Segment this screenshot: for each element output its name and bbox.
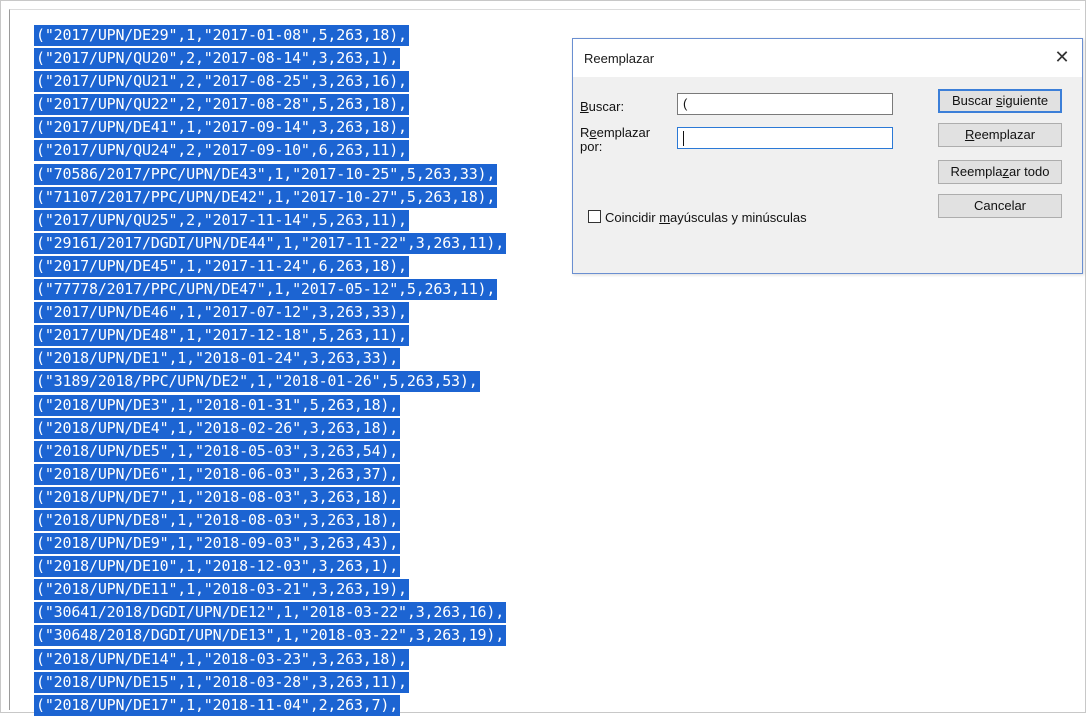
code-line[interactable]: ("2018/UPN/DE1",1,"2018-01-24",3,263,33)…	[34, 347, 506, 370]
selected-text: ("2017/UPN/QU21",2,"2017-08-25",3,263,16…	[34, 71, 409, 93]
code-line[interactable]: ("2017/UPN/DE29",1,"2017-01-08",5,263,18…	[34, 24, 506, 47]
selected-text: ("2018/UPN/DE15",1,"2018-03-28",3,263,11…	[34, 671, 409, 693]
match-case-text: ayúsculas y minúsculas	[670, 210, 807, 225]
selected-text: ("2018/UPN/DE4",1,"2018-02-26",3,263,18)…	[34, 417, 401, 439]
code-line[interactable]: ("2017/UPN/DE41",1,"2017-09-14",3,263,18…	[34, 116, 506, 139]
match-case-accel: m	[659, 210, 671, 225]
code-line[interactable]: ("2018/UPN/DE4",1,"2018-02-26",3,263,18)…	[34, 417, 506, 440]
replace-all-text: ar todo	[1009, 164, 1050, 179]
code-line[interactable]: ("2017/UPN/QU25",2,"2017-11-14",5,263,11…	[34, 209, 506, 232]
replace-button[interactable]: Reemplazar	[938, 123, 1062, 147]
selected-text: ("2018/UPN/DE8",1,"2018-08-03",3,263,18)…	[34, 509, 401, 531]
code-line[interactable]: ("2018/UPN/DE9",1,"2018-09-03",3,263,43)…	[34, 532, 506, 555]
code-line[interactable]: ("2017/UPN/QU21",2,"2017-08-25",3,263,16…	[34, 70, 506, 93]
selected-text: ("2018/UPN/DE11",1,"2018-03-21",3,263,19…	[34, 579, 409, 601]
code-line[interactable]: ("29161/2017/DGDI/UPN/DE44",1,"2017-11-2…	[34, 232, 507, 255]
selected-text: ("2018/UPN/DE3",1,"2018-01-31",5,263,18)…	[34, 394, 401, 416]
code-line[interactable]: ("77778/2017/PPC/UPN/DE47",1,"2017-05-12…	[34, 278, 506, 301]
selected-text: ("29161/2017/DGDI/UPN/DE44",1,"2017-11-2…	[34, 232, 507, 254]
code-line[interactable]: ("2018/UPN/DE3",1,"2018-01-31",5,263,18)…	[34, 394, 506, 417]
selected-text: ("2017/UPN/DE41",1,"2017-09-14",3,263,18…	[34, 117, 409, 139]
code-content[interactable]: ("2017/UPN/DE29",1,"2017-01-08",5,263,18…	[34, 24, 507, 717]
close-icon[interactable]: ✕	[1048, 43, 1076, 71]
selected-text: ("2018/UPN/DE6",1,"2018-06-03",3,263,37)…	[34, 463, 401, 485]
find-input-value: (	[683, 96, 688, 111]
replace-all-button[interactable]: Reemplazar todo	[938, 160, 1062, 184]
selected-text: ("2018/UPN/DE5",1,"2018-05-03",3,263,54)…	[34, 440, 401, 462]
selected-text: ("71107/2017/PPC/UPN/DE42",1,"2017-10-27…	[34, 186, 498, 208]
match-case-pre: Coincidir	[605, 210, 660, 225]
selected-text: ("2017/UPN/QU24",2,"2017-09-10",6,263,11…	[34, 140, 409, 162]
replace-text: eemplazar	[974, 127, 1036, 142]
code-line[interactable]: ("2018/UPN/DE5",1,"2018-05-03",3,263,54)…	[34, 440, 506, 463]
code-line[interactable]: ("2018/UPN/DE14",1,"2018-03-23",3,263,18…	[34, 648, 506, 671]
selected-text: ("2017/UPN/DE45",1,"2017-11-24",6,263,18…	[34, 255, 409, 277]
selected-text: ("2017/UPN/DE29",1,"2017-01-08",5,263,18…	[34, 25, 409, 46]
selected-text: ("30648/2018/DGDI/UPN/DE13",1,"2018-03-2…	[34, 625, 507, 647]
replace-label-line2: por:	[580, 139, 603, 154]
code-line[interactable]: ("2018/UPN/DE15",1,"2018-03-28",3,263,11…	[34, 671, 506, 694]
code-line[interactable]: ("2018/UPN/DE11",1,"2018-03-21",3,263,19…	[34, 578, 506, 601]
match-case-label[interactable]: Coincidir mayúsculas y minúsculas	[605, 210, 807, 225]
replace-accel: R	[964, 127, 975, 142]
replace-label-text: emplazar	[596, 125, 651, 140]
code-line[interactable]: ("2018/UPN/DE17",1,"2018-11-04",2,263,7)…	[34, 694, 506, 717]
selected-text: ("2018/UPN/DE9",1,"2018-09-03",3,263,43)…	[34, 533, 401, 555]
dialog-title: Reemplazar	[584, 51, 655, 66]
selected-text: ("3189/2018/PPC/UPN/DE2",1,"2018-01-26",…	[34, 371, 480, 393]
code-line[interactable]: ("2018/UPN/DE10",1,"2018-12-03",3,263,1)…	[34, 555, 506, 578]
code-line[interactable]: ("2018/UPN/DE8",1,"2018-08-03",3,263,18)…	[34, 509, 506, 532]
code-line[interactable]: ("30648/2018/DGDI/UPN/DE13",1,"2018-03-2…	[34, 624, 507, 647]
selected-text: ("70586/2017/PPC/UPN/DE43",1,"2017-10-25…	[34, 163, 498, 185]
code-line[interactable]: ("2017/UPN/DE45",1,"2017-11-24",6,263,18…	[34, 255, 506, 278]
replace-all-pre: Reempla	[950, 164, 1003, 179]
code-line[interactable]: ("2017/UPN/DE48",1,"2017-12-18",5,263,11…	[34, 324, 506, 347]
replace-input[interactable]	[677, 127, 893, 149]
replace-label-accel: e	[589, 125, 597, 140]
selected-text: ("2017/UPN/QU20",2,"2017-08-14",3,263,1)…	[34, 48, 401, 70]
window-frame: ("2017/UPN/DE29",1,"2017-01-08",5,263,18…	[0, 0, 1086, 716]
selected-text: ("30641/2018/DGDI/UPN/DE12",1,"2018-03-2…	[34, 602, 507, 624]
selected-text: ("2018/UPN/DE10",1,"2018-12-03",3,263,1)…	[34, 556, 401, 578]
code-line[interactable]: ("71107/2017/PPC/UPN/DE42",1,"2017-10-27…	[34, 186, 506, 209]
find-input[interactable]: (	[677, 93, 893, 115]
replace-label: Reemplazar por:	[580, 126, 650, 154]
selected-text: ("2017/UPN/DE46",1,"2017-07-12",3,263,33…	[34, 302, 409, 324]
find-label-text: uscar:	[588, 99, 625, 114]
code-line[interactable]: ("2017/UPN/QU24",2,"2017-09-10",6,263,11…	[34, 139, 506, 162]
dialog-titlebar[interactable]: Reemplazar ✕	[573, 39, 1082, 77]
selected-text: ("77778/2017/PPC/UPN/DE47",1,"2017-05-12…	[34, 279, 498, 301]
find-next-text: iguiente	[1002, 93, 1049, 108]
match-case-checkbox[interactable]	[588, 210, 601, 223]
code-line[interactable]: ("30641/2018/DGDI/UPN/DE12",1,"2018-03-2…	[34, 601, 507, 624]
replace-label-pre: R	[580, 125, 590, 140]
selected-text: ("2018/UPN/DE7",1,"2018-08-03",3,263,18)…	[34, 486, 401, 508]
find-next-button[interactable]: Buscar siguiente	[938, 89, 1062, 113]
selected-text: ("2018/UPN/DE1",1,"2018-01-24",3,263,33)…	[34, 348, 401, 370]
replace-dialog: Reemplazar ✕ Buscar: ( Reemplazar por: Co…	[572, 38, 1083, 274]
selected-text: ("2018/UPN/DE14",1,"2018-03-23",3,263,18…	[34, 648, 409, 670]
code-line[interactable]: ("2018/UPN/DE7",1,"2018-08-03",3,263,18)…	[34, 486, 506, 509]
selected-text: ("2017/UPN/QU22",2,"2017-08-28",5,263,18…	[34, 94, 409, 116]
code-line[interactable]: ("70586/2017/PPC/UPN/DE43",1,"2017-10-25…	[34, 163, 506, 186]
code-line[interactable]: ("2018/UPN/DE6",1,"2018-06-03",3,263,37)…	[34, 463, 506, 486]
code-line[interactable]: ("2017/UPN/QU20",2,"2017-08-14",3,263,1)…	[34, 47, 506, 70]
code-line[interactable]: ("2017/UPN/DE46",1,"2017-07-12",3,263,33…	[34, 301, 506, 324]
selected-text: ("2017/UPN/QU25",2,"2017-11-14",5,263,11…	[34, 209, 409, 231]
code-line[interactable]: ("2017/UPN/QU22",2,"2017-08-28",5,263,18…	[34, 93, 506, 116]
find-label-accel: B	[580, 99, 589, 114]
cancel-button[interactable]: Cancelar	[938, 194, 1062, 218]
find-next-pre: Buscar	[951, 93, 997, 108]
selected-text: ("2017/UPN/DE48",1,"2017-12-18",5,263,11…	[34, 325, 409, 347]
code-line[interactable]: ("3189/2018/PPC/UPN/DE2",1,"2018-01-26",…	[34, 370, 506, 393]
text-caret	[683, 131, 684, 147]
find-label: Buscar:	[580, 99, 624, 114]
